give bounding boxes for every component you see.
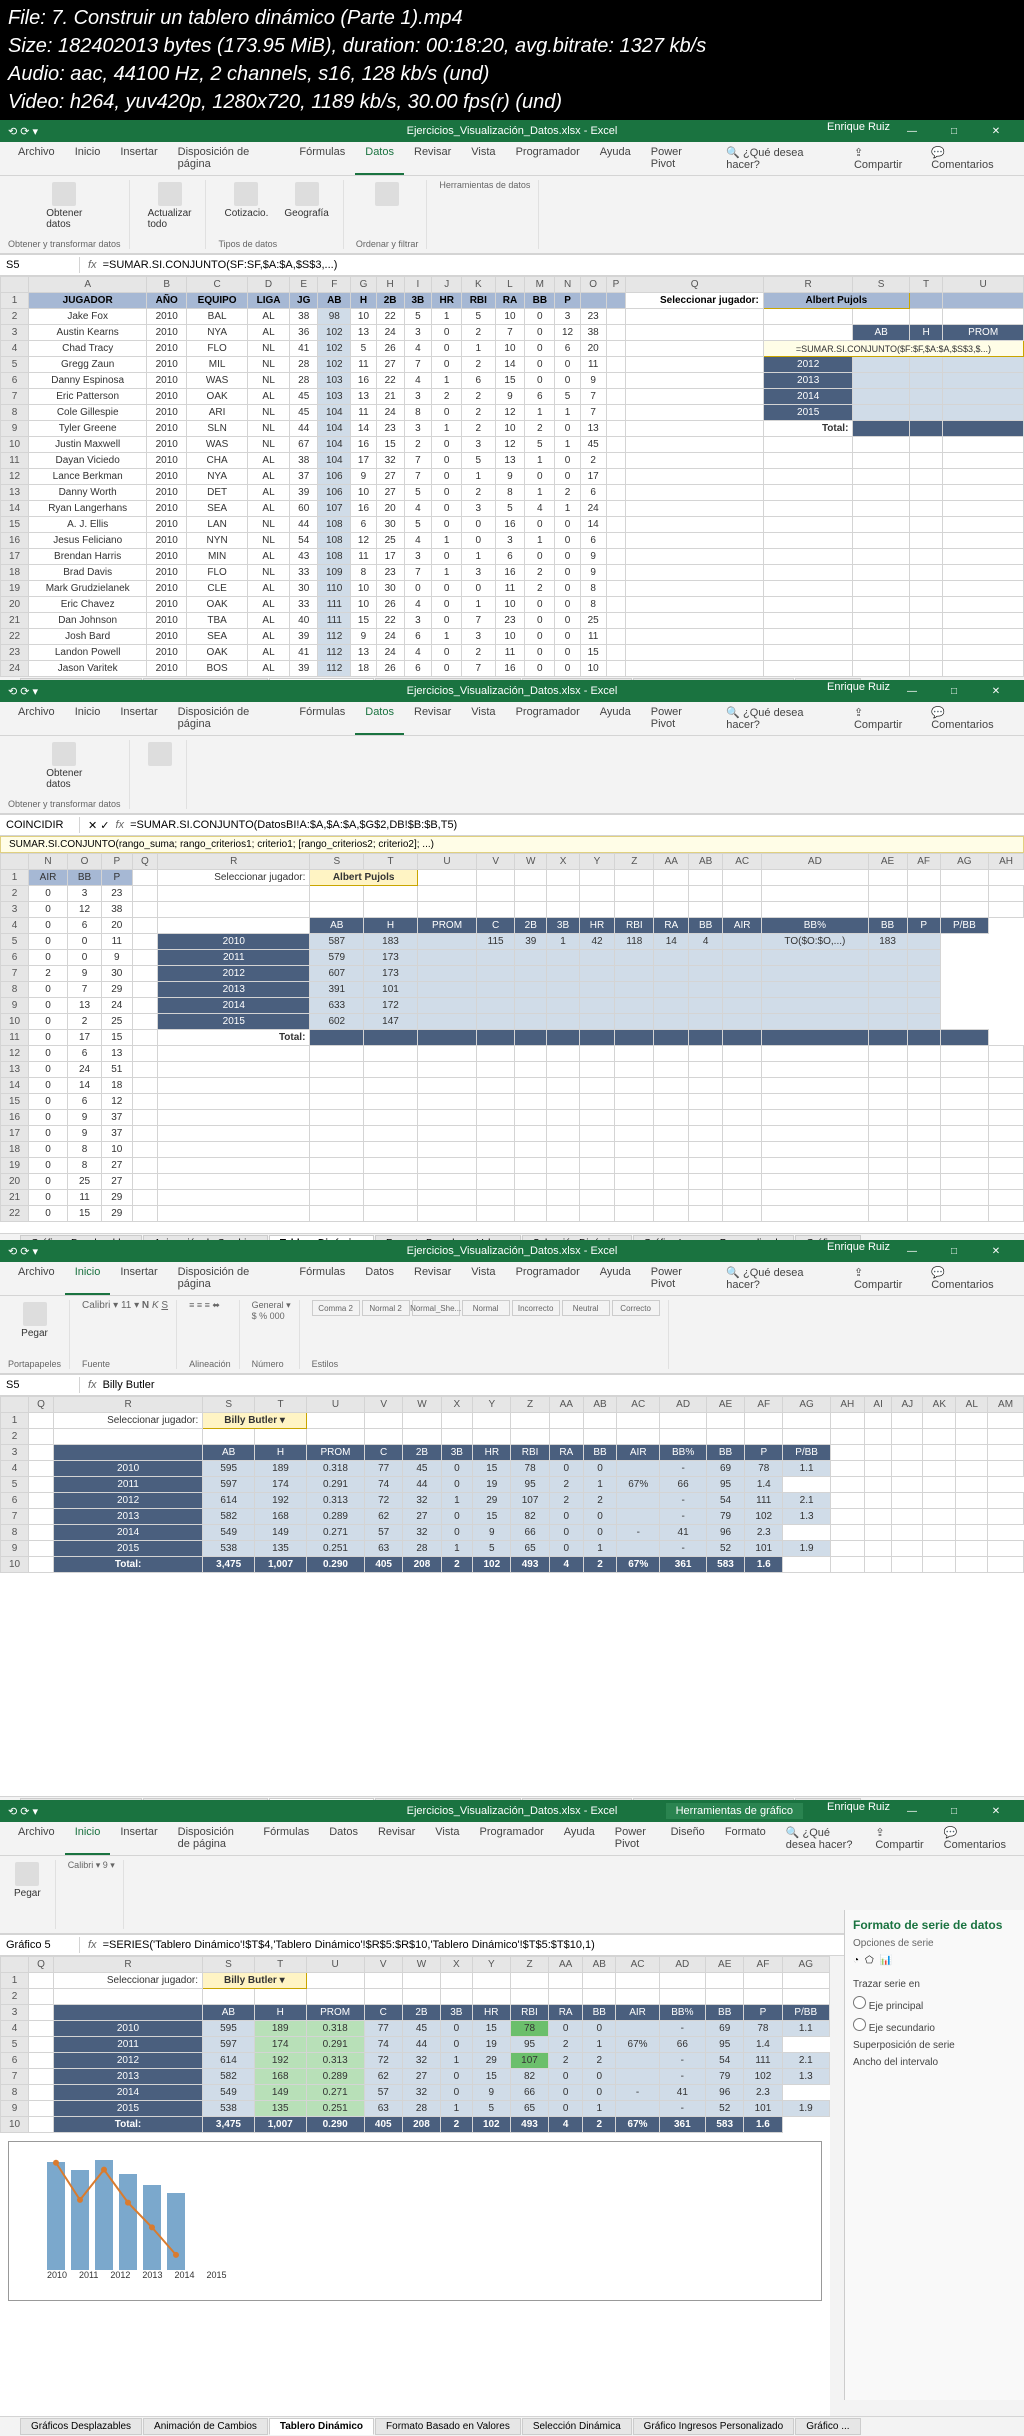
ribbon-tab[interactable]: Ayuda (554, 1822, 605, 1855)
chart-bar[interactable] (47, 2162, 65, 2270)
formula-input[interactable]: Billy Butler (103, 1379, 155, 1391)
ribbon-tab[interactable]: Power Pivot (641, 1262, 716, 1295)
ribbon-tab[interactable]: Power Pivot (641, 142, 716, 175)
name-box[interactable]: Gráfico 5 (0, 1937, 80, 1953)
ribbon-tab[interactable]: Inicio (65, 1822, 111, 1855)
ribbon-tab[interactable]: Revisar (368, 1822, 425, 1855)
sheet-tab[interactable]: Formato Basado en Valores (375, 2418, 521, 2435)
sheet-tab[interactable]: Gráfico Ingresos Personalizado (633, 2418, 795, 2435)
fx-icon[interactable]: fx (88, 259, 97, 271)
player-selector[interactable]: Albert Pujols (763, 293, 909, 309)
refresh-icon[interactable] (158, 182, 182, 206)
ribbon-tabs: ArchivoInicioInsertarDisposición de pági… (0, 142, 1024, 176)
ribbon-tab[interactable]: Vista (461, 702, 505, 735)
ribbon-tab[interactable]: Archivo (8, 1262, 65, 1295)
chart-bar[interactable] (71, 2170, 89, 2270)
ribbon-tab[interactable]: Ayuda (590, 1262, 641, 1295)
chart-bar[interactable] (143, 2185, 161, 2270)
ribbon-body: ObtenerdatosObtener y transformar datos … (0, 176, 1024, 254)
ribbon-tab[interactable]: Archivo (8, 702, 65, 735)
close-button[interactable]: ✕ (976, 121, 1016, 141)
ribbon-tab[interactable]: Ayuda (590, 702, 641, 735)
effects-icon[interactable]: ⬠ (865, 1955, 874, 1966)
embedded-chart[interactable]: 201020112012201320142015 (8, 2141, 822, 2301)
formula-input[interactable]: =SERIES('Tablero Dinámico'!$T$4,'Tablero… (103, 1939, 595, 1951)
formula-input[interactable]: =SUMAR.SI.CONJUNTO(DatosBI!A:$A,$A:$A,$G… (130, 819, 457, 831)
ribbon-tab[interactable]: Programador (470, 1822, 554, 1855)
titlebar: ⟲ ⟳ ▾Ejercicios_Visualización_Datos.xlsx… (0, 1800, 1024, 1822)
ribbon-tab[interactable]: Insertar (110, 1822, 167, 1855)
ribbon-tab[interactable]: Disposición de página (168, 1822, 254, 1855)
ribbon-tab[interactable]: Disposición de página (168, 1262, 290, 1295)
ribbon-tab[interactable]: Archivo (8, 1822, 65, 1855)
ribbon-tab[interactable]: Fórmulas (289, 1262, 355, 1295)
ribbon-tab[interactable]: Datos (355, 702, 404, 735)
ribbon-tab[interactable]: Ayuda (590, 142, 641, 175)
sheet-tab[interactable]: Gráfico ... (795, 2418, 860, 2435)
formula-hint: SUMAR.SI.CONJUNTO(rango_suma; rango_crit… (0, 836, 1024, 853)
titlebar: ⟲ ⟳ ▾Ejercicios_Visualización_Datos.xlsx… (0, 680, 1024, 702)
ribbon-tab[interactable]: Vista (461, 1262, 505, 1295)
ribbon-tab[interactable]: Datos (355, 142, 404, 175)
ribbon-tab[interactable]: Datos (355, 1262, 404, 1295)
ribbon-tab[interactable]: Insertar (110, 702, 167, 735)
ribbon-tab[interactable]: Archivo (8, 142, 65, 175)
ribbon-tab[interactable]: Insertar (110, 142, 167, 175)
stocks-icon[interactable] (234, 182, 258, 206)
sort-icon[interactable] (375, 182, 399, 206)
ribbon-tab[interactable]: Inicio (65, 702, 111, 735)
sheet-tab[interactable]: Gráficos Desplazables (20, 2418, 142, 2435)
ribbon-tab[interactable]: Programador (506, 1262, 590, 1295)
player-selector[interactable]: Albert Pujols (310, 870, 417, 886)
series-options-icon[interactable]: 📊 (880, 1955, 892, 1966)
ribbon-tab[interactable]: Vista (461, 142, 505, 175)
ribbon-tab[interactable]: Inicio (65, 1262, 111, 1295)
sheet-tab[interactable]: Animación de Cambios (143, 2418, 268, 2435)
ribbon-tab[interactable]: Fórmulas (289, 142, 355, 175)
ribbon-tab[interactable]: Programador (506, 702, 590, 735)
ribbon-tab[interactable]: Programador (506, 142, 590, 175)
ribbon-tab[interactable]: Revisar (404, 1262, 461, 1295)
name-box[interactable]: S5 (0, 257, 80, 273)
paste-icon[interactable] (23, 1302, 47, 1326)
file-info: File: 7. Construir un tablero dinámico (… (0, 0, 1024, 120)
name-box[interactable]: S5 (0, 1377, 80, 1393)
ribbon-tab[interactable]: Power Pivot (641, 702, 716, 735)
ribbon-tab[interactable]: Inicio (65, 142, 111, 175)
ribbon-tab[interactable]: Insertar (110, 1262, 167, 1295)
chart-bar[interactable] (95, 2160, 113, 2270)
format-series-pane: Formato de serie de datos Opciones de se… (844, 1910, 1024, 2400)
sheet-tab[interactable]: Selección Dinámica (522, 2418, 632, 2435)
player-selector[interactable]: Billy Butler ▾ (203, 1413, 307, 1429)
ribbon-tab[interactable]: Revisar (404, 702, 461, 735)
chart-bar[interactable] (167, 2193, 185, 2270)
sheet-tab[interactable]: Tablero Dinámico (269, 2418, 374, 2435)
name-box[interactable]: COINCIDIR (0, 817, 80, 833)
maximize-button[interactable]: □ (934, 121, 974, 141)
titlebar: ⟲ ⟳ ▾ Ejercicios_Visualización_Datos.xls… (0, 120, 1024, 142)
get-data-icon[interactable] (52, 182, 76, 206)
formula-bar: S5 fx =SUMAR.SI.CONJUNTO(SF:SF,$A:$A,$S$… (0, 254, 1024, 276)
ribbon-tab[interactable]: Disposición de página (168, 142, 290, 175)
ribbon-tab[interactable]: Fórmulas (253, 1822, 319, 1855)
ribbon-tab[interactable]: Power Pivot (605, 1822, 661, 1855)
formula-input[interactable]: =SUMAR.SI.CONJUNTO(SF:SF,$A:$A,$S$3,...) (103, 259, 338, 271)
ribbon-tab[interactable]: Fórmulas (289, 702, 355, 735)
player-selector[interactable]: Billy Butler ▾ (203, 1973, 307, 1989)
minimize-button[interactable]: — (892, 121, 932, 141)
ribbon-tab[interactable]: Vista (425, 1822, 469, 1855)
titlebar: ⟲ ⟳ ▾Ejercicios_Visualización_Datos.xlsx… (0, 1240, 1024, 1262)
fill-icon[interactable]: ◔ (853, 1955, 859, 1966)
ribbon-tab[interactable]: Disposición de página (168, 702, 290, 735)
ribbon-tab[interactable]: Revisar (404, 142, 461, 175)
geo-icon[interactable] (295, 182, 319, 206)
ribbon-tab[interactable]: Datos (319, 1822, 368, 1855)
chart-bar[interactable] (119, 2174, 137, 2270)
